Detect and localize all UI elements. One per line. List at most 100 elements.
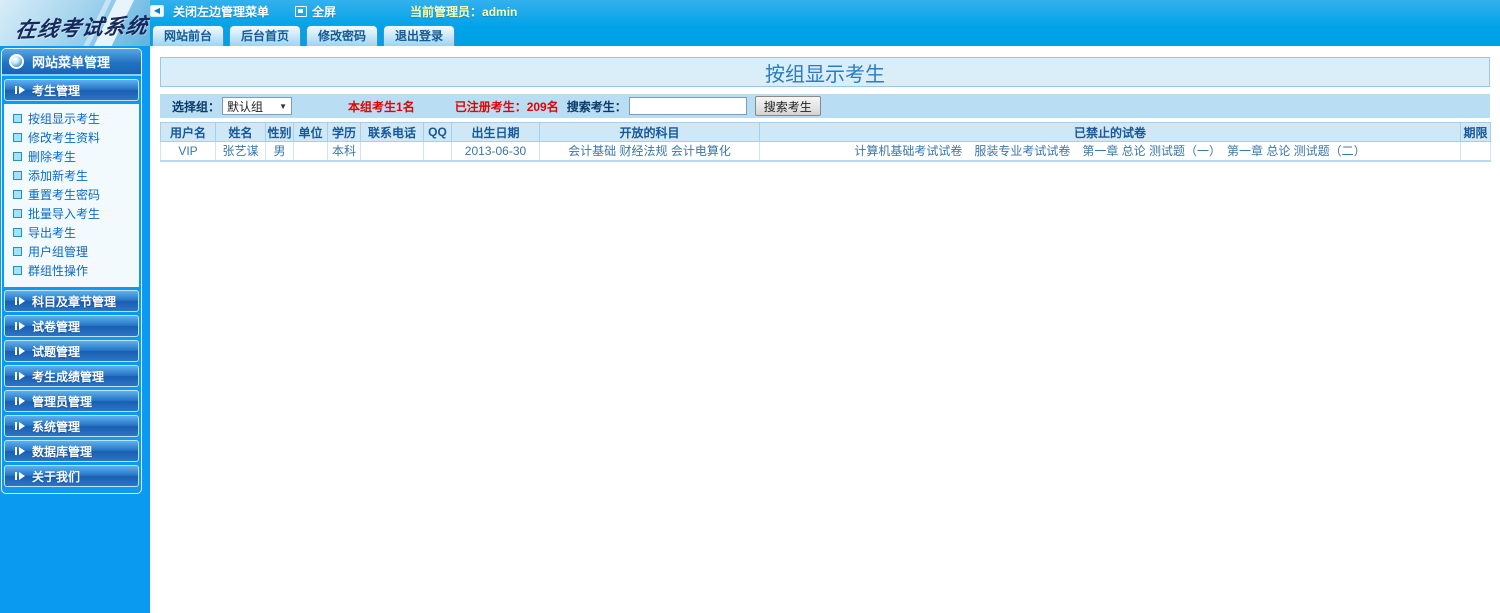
- sidebar-item-label: 修改考生资料: [28, 129, 100, 146]
- fullscreen-icon: [295, 6, 307, 17]
- sidebar: 网站菜单管理 考生管理 按组显示考生修改考生资料删除考生添加新考生重置考生密码批…: [0, 46, 150, 613]
- sidebar-section[interactable]: 管理员管理: [4, 390, 139, 412]
- sidebar-menu-panel: 按组显示考生修改考生资料删除考生添加新考生重置考生密码批量导入考生导出考生用户组…: [4, 104, 139, 287]
- globe-icon: [9, 54, 24, 69]
- page-title-bar: 按组显示考生: [160, 57, 1490, 87]
- sidebar-section-label: 试题管理: [32, 343, 80, 360]
- sidebar-section-examinee-management[interactable]: 考生管理: [4, 79, 139, 101]
- table-cell: [1461, 142, 1491, 161]
- table-row: VIP张艺谋男 本科 2013-06-30会计基础 财经法规 会计电算化计算机基础考…: [161, 142, 1491, 161]
- column-header: 姓名: [216, 123, 266, 142]
- sidebar-item[interactable]: 按组显示考生: [13, 109, 139, 128]
- table-cell: 2013-06-30: [452, 142, 540, 161]
- table-cell: 张艺谋: [216, 142, 266, 161]
- group-select[interactable]: 默认组 ▼: [222, 97, 292, 115]
- sidebar-section-label: 数据库管理: [32, 443, 92, 460]
- sidebar-item[interactable]: 用户组管理: [13, 242, 139, 261]
- fullscreen-control[interactable]: 全屏: [295, 3, 336, 20]
- header-tab[interactable]: 修改密码: [306, 25, 378, 46]
- sidebar-section-label: 管理员管理: [32, 393, 92, 410]
- search-input[interactable]: [629, 97, 747, 115]
- sidebar-item[interactable]: 导出考生: [13, 223, 139, 242]
- group-select-label: 选择组：: [172, 98, 220, 115]
- play-icon: [15, 447, 25, 455]
- play-icon: [15, 86, 25, 94]
- table-cell: 计算机基础考试试卷 服装专业考试试卷 第一章 总论 测试题（一） 第一章 总论 …: [760, 142, 1461, 161]
- sidebar-section-label: 考生管理: [32, 82, 80, 99]
- filter-bar: 选择组： 默认组 ▼ 本组考生1名 已注册考生：209名 搜索考生： 搜索考生: [160, 94, 1490, 118]
- sidebar-item-label: 用户组管理: [28, 243, 88, 260]
- sidebar-item[interactable]: 重置考生密码: [13, 185, 139, 204]
- collapse-menu-control[interactable]: ◀ 关闭左边管理菜单: [150, 3, 269, 20]
- table-cell: [424, 142, 452, 161]
- sidebar-item[interactable]: 添加新考生: [13, 166, 139, 185]
- square-icon: [13, 247, 22, 256]
- sidebar-section[interactable]: 数据库管理: [4, 440, 139, 462]
- page-title: 按组显示考生: [765, 58, 885, 87]
- sidebar-section-label: 系统管理: [32, 418, 80, 435]
- sidebar-item[interactable]: 删除考生: [13, 147, 139, 166]
- sidebar-section[interactable]: 关于我们: [4, 465, 139, 487]
- collapse-menu-label: 关闭左边管理菜单: [173, 3, 269, 20]
- sidebar-section-label: 考生成绩管理: [32, 368, 104, 385]
- table-cell: 本科: [328, 142, 361, 161]
- sidebar-panel: 网站菜单管理 考生管理 按组显示考生修改考生资料删除考生添加新考生重置考生密码批…: [1, 48, 142, 494]
- sidebar-item[interactable]: 批量导入考生: [13, 204, 139, 223]
- column-header: 已禁止的试卷: [760, 123, 1461, 142]
- registered-count-stat: 已注册考生：209名: [455, 98, 559, 115]
- header-tabs: 网站前台后台首页修改密码退出登录: [152, 25, 455, 46]
- topbar: ◀ 关闭左边管理菜单 全屏 当前管理员：admin: [150, 0, 1500, 22]
- play-icon: [15, 297, 25, 305]
- left-arrow-icon: ◀: [150, 5, 164, 17]
- app-logo-text: 在线考试系统: [14, 10, 150, 45]
- sidebar-section[interactable]: 试卷管理: [4, 315, 139, 337]
- sidebar-section[interactable]: 考生成绩管理: [4, 365, 139, 387]
- square-icon: [13, 152, 22, 161]
- column-header: 开放的科目: [540, 123, 760, 142]
- sidebar-item-label: 群组性操作: [28, 262, 88, 279]
- examinee-table: 用户名姓名性别单位学历联系电话QQ出生日期开放的科目已禁止的试卷期限 VIP张艺…: [160, 122, 1491, 162]
- sidebar-item[interactable]: 群组性操作: [13, 261, 139, 280]
- column-header: 期限: [1461, 123, 1491, 142]
- sidebar-section[interactable]: 科目及章节管理: [4, 290, 139, 312]
- square-icon: [13, 209, 22, 218]
- fullscreen-label: 全屏: [312, 3, 336, 20]
- sidebar-section[interactable]: 系统管理: [4, 415, 139, 437]
- header: 在线考试系统 ◀ 关闭左边管理菜单 全屏 当前管理员：admin 网站前台后台首…: [0, 0, 1500, 46]
- table-cell: 男: [266, 142, 294, 161]
- column-header: QQ: [424, 123, 452, 142]
- square-icon: [13, 133, 22, 142]
- sidebar-item-label: 批量导入考生: [28, 205, 100, 222]
- sidebar-item-label: 添加新考生: [28, 167, 88, 184]
- sidebar-item-label: 删除考生: [28, 148, 76, 165]
- table-cell: 会计基础 财经法规 会计电算化: [540, 142, 760, 161]
- square-icon: [13, 114, 22, 123]
- play-icon: [15, 472, 25, 480]
- table-cell: [361, 142, 424, 161]
- sidebar-section-label: 关于我们: [32, 468, 80, 485]
- current-admin-label: 当前管理员：admin: [410, 3, 517, 20]
- sidebar-header: 网站菜单管理: [2, 49, 141, 76]
- header-tab[interactable]: 后台首页: [229, 25, 301, 46]
- sidebar-section[interactable]: 试题管理: [4, 340, 139, 362]
- main-content: 按组显示考生 选择组： 默认组 ▼ 本组考生1名 已注册考生：209名 搜索考生…: [150, 46, 1500, 613]
- sidebar-item-label: 重置考生密码: [28, 186, 100, 203]
- column-header: 性别: [266, 123, 294, 142]
- column-header: 学历: [328, 123, 361, 142]
- header-tab[interactable]: 退出登录: [383, 25, 455, 46]
- group-count-stat: 本组考生1名: [348, 98, 415, 115]
- sidebar-item-label: 导出考生: [28, 224, 76, 241]
- play-icon: [15, 372, 25, 380]
- app-logo: 在线考试系统: [0, 0, 150, 46]
- search-button[interactable]: 搜索考生: [755, 96, 821, 116]
- square-icon: [13, 266, 22, 275]
- sidebar-item[interactable]: 修改考生资料: [13, 128, 139, 147]
- sidebar-section-label: 科目及章节管理: [32, 293, 116, 310]
- header-tab[interactable]: 网站前台: [152, 25, 224, 46]
- square-icon: [13, 190, 22, 199]
- table-cell: VIP: [161, 142, 216, 161]
- play-icon: [15, 422, 25, 430]
- sidebar-section-label: 试卷管理: [32, 318, 80, 335]
- sidebar-sections: 科目及章节管理试卷管理试题管理考生成绩管理管理员管理系统管理数据库管理关于我们: [2, 290, 141, 487]
- column-header: 单位: [294, 123, 328, 142]
